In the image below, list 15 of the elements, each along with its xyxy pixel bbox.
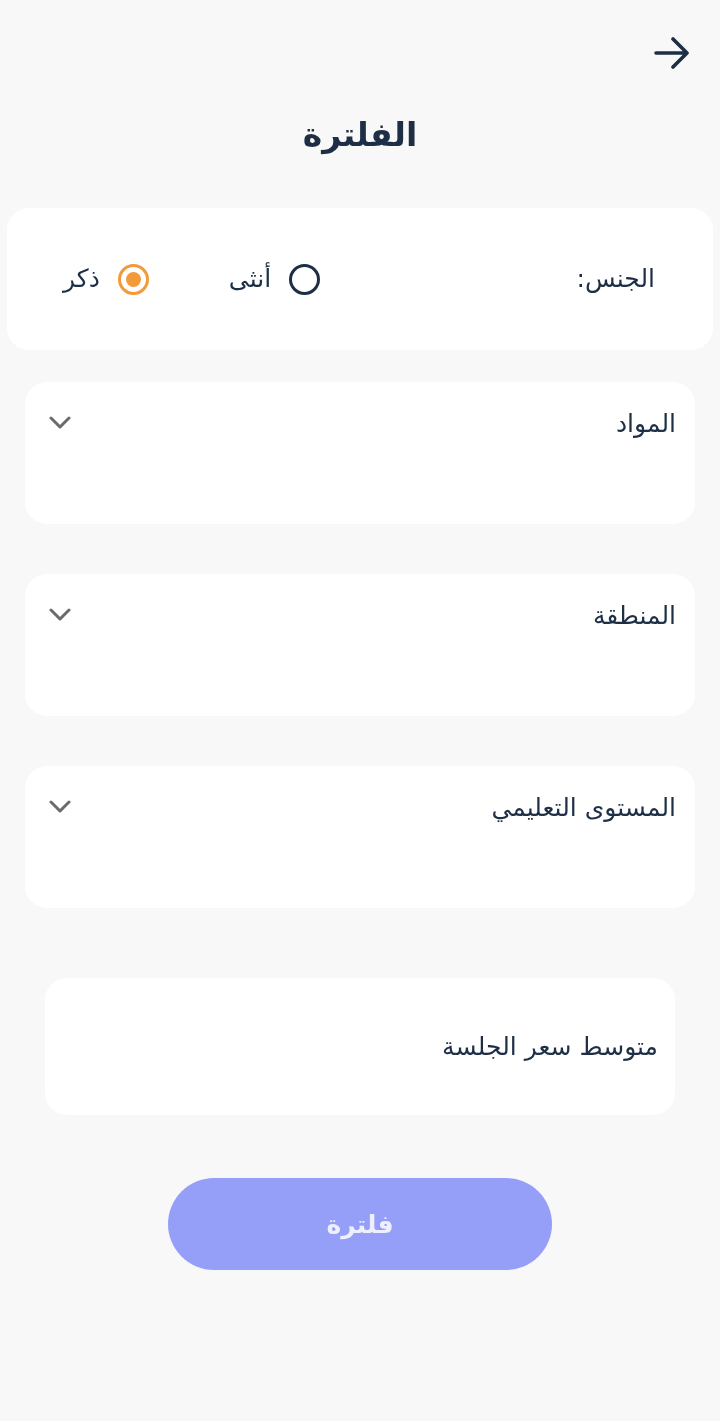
chevron-down-icon: [49, 800, 71, 813]
arrow-right-icon: [654, 37, 690, 69]
gender-option[interactable]: أنثى: [228, 262, 321, 296]
page-title: الفلترة: [302, 114, 418, 157]
chevron-down-icon: [49, 608, 71, 621]
dropdown-field[interactable]: المستوى التعليمي: [25, 766, 695, 908]
chevron-down-icon: [49, 416, 71, 429]
radio-button[interactable]: [289, 263, 321, 295]
price-field[interactable]: متوسط سعر الجلسة: [45, 978, 675, 1115]
back-button[interactable]: [652, 36, 692, 70]
dropdown-field[interactable]: المواد: [25, 382, 695, 524]
dropdown-field[interactable]: المنطقة: [25, 574, 695, 716]
gender-label: الجنس:: [576, 263, 655, 295]
radio-button[interactable]: [117, 263, 149, 295]
gender-option[interactable]: ذكر: [63, 262, 149, 296]
